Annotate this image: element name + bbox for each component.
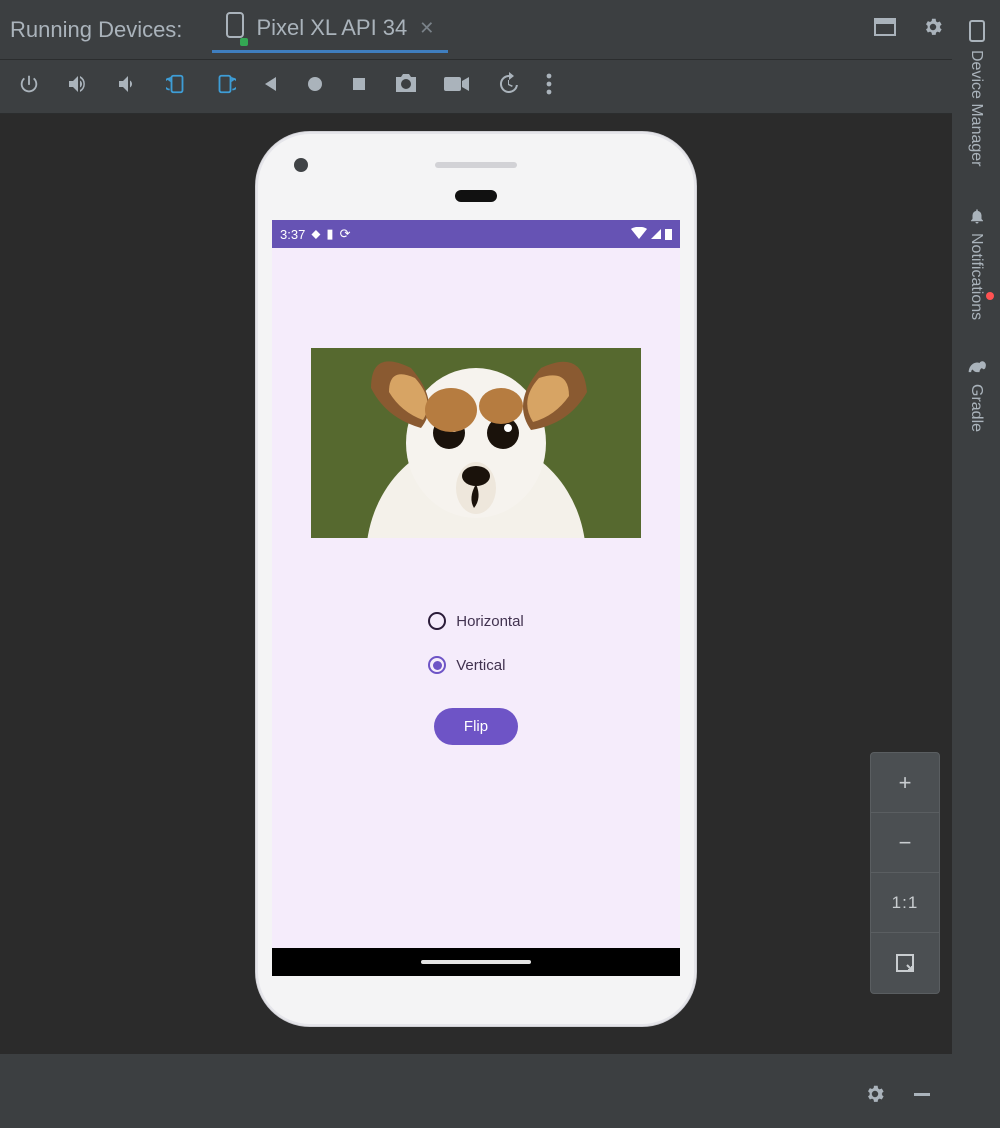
radio-vertical[interactable]: Vertical xyxy=(428,656,505,674)
app-content: Horizontal Vertical Flip xyxy=(272,248,680,745)
options-group: Horizontal Vertical Flip xyxy=(428,612,524,745)
front-camera xyxy=(294,158,308,172)
sidebar-gradle[interactable]: Gradle xyxy=(966,360,987,432)
home-icon[interactable] xyxy=(306,75,324,99)
gear-icon[interactable] xyxy=(864,1083,886,1111)
sidebar-notifications[interactable]: Notifications xyxy=(966,207,987,320)
device-icon xyxy=(966,20,987,42)
device-tab-label: Pixel XL API 34 xyxy=(256,15,407,41)
record-icon[interactable] xyxy=(444,75,470,99)
right-rail: Device Manager Notifications Gradle xyxy=(952,0,1000,1128)
gear-icon[interactable] xyxy=(922,16,944,44)
status-icon: ▮ xyxy=(326,226,333,242)
power-icon[interactable] xyxy=(18,73,40,101)
elephant-icon xyxy=(966,360,987,376)
radio-icon-selected xyxy=(428,656,446,674)
phone-frame: 3:37 ⬥ ▮ ⟳ xyxy=(256,132,696,1026)
zoom-in-button[interactable]: + xyxy=(871,753,939,813)
sidebar-device-manager[interactable]: Device Manager xyxy=(966,20,987,167)
overview-icon[interactable] xyxy=(350,75,368,99)
signal-icon xyxy=(651,229,661,239)
bottom-bar xyxy=(0,1066,952,1128)
emulator-viewport: 3:37 ⬥ ▮ ⟳ xyxy=(0,114,952,1054)
radio-icon xyxy=(428,612,446,630)
zoom-panel: + − 1:1 xyxy=(870,752,940,994)
phone-icon xyxy=(226,12,244,44)
radio-label: Horizontal xyxy=(456,613,524,630)
android-navbar[interactable] xyxy=(272,948,680,976)
minimize-icon[interactable] xyxy=(912,1084,932,1110)
speaker xyxy=(435,162,517,168)
device-tab[interactable]: Pixel XL API 34 ✕ xyxy=(212,6,448,53)
content-image xyxy=(311,348,641,538)
sidebar-item-label: Gradle xyxy=(967,384,985,432)
sidebar-item-label: Notifications xyxy=(967,233,985,320)
nav-handle xyxy=(421,960,531,964)
volume-up-icon[interactable] xyxy=(66,72,90,102)
zoom-fit-button[interactable] xyxy=(871,933,939,993)
sidebar-item-label: Device Manager xyxy=(967,50,985,167)
screenshot-icon[interactable] xyxy=(394,74,418,100)
bell-icon xyxy=(966,207,987,225)
more-icon[interactable] xyxy=(546,73,552,101)
tab-bar: Running Devices: Pixel XL API 34 ✕ xyxy=(0,0,1000,60)
zoom-one-to-one-button[interactable]: 1:1 xyxy=(871,873,939,933)
rotate-right-icon[interactable] xyxy=(214,72,236,102)
sensor-pill xyxy=(455,190,497,202)
radio-horizontal[interactable]: Horizontal xyxy=(428,612,524,630)
volume-down-icon[interactable] xyxy=(116,72,140,102)
close-tab-icon[interactable]: ✕ xyxy=(419,18,434,39)
emulator-toolbar xyxy=(0,60,1000,114)
flip-button[interactable]: Flip xyxy=(434,708,518,745)
rotate-left-icon[interactable] xyxy=(166,72,188,102)
android-status-bar: 3:37 ⬥ ▮ ⟳ xyxy=(272,220,680,248)
status-icon: ⟳ xyxy=(340,226,351,242)
back-icon[interactable] xyxy=(262,75,280,99)
wifi-icon xyxy=(631,227,647,242)
phone-screen[interactable]: 3:37 ⬥ ▮ ⟳ xyxy=(272,220,680,976)
running-devices-label: Running Devices: xyxy=(10,17,182,43)
status-icon: ⬥ xyxy=(311,226,320,242)
radio-label: Vertical xyxy=(456,657,505,674)
notification-dot xyxy=(986,292,994,300)
window-icon[interactable] xyxy=(874,18,896,42)
zoom-out-button[interactable]: − xyxy=(871,813,939,873)
history-icon[interactable] xyxy=(496,72,520,102)
battery-icon xyxy=(665,229,672,240)
status-time: 3:37 xyxy=(280,227,305,242)
